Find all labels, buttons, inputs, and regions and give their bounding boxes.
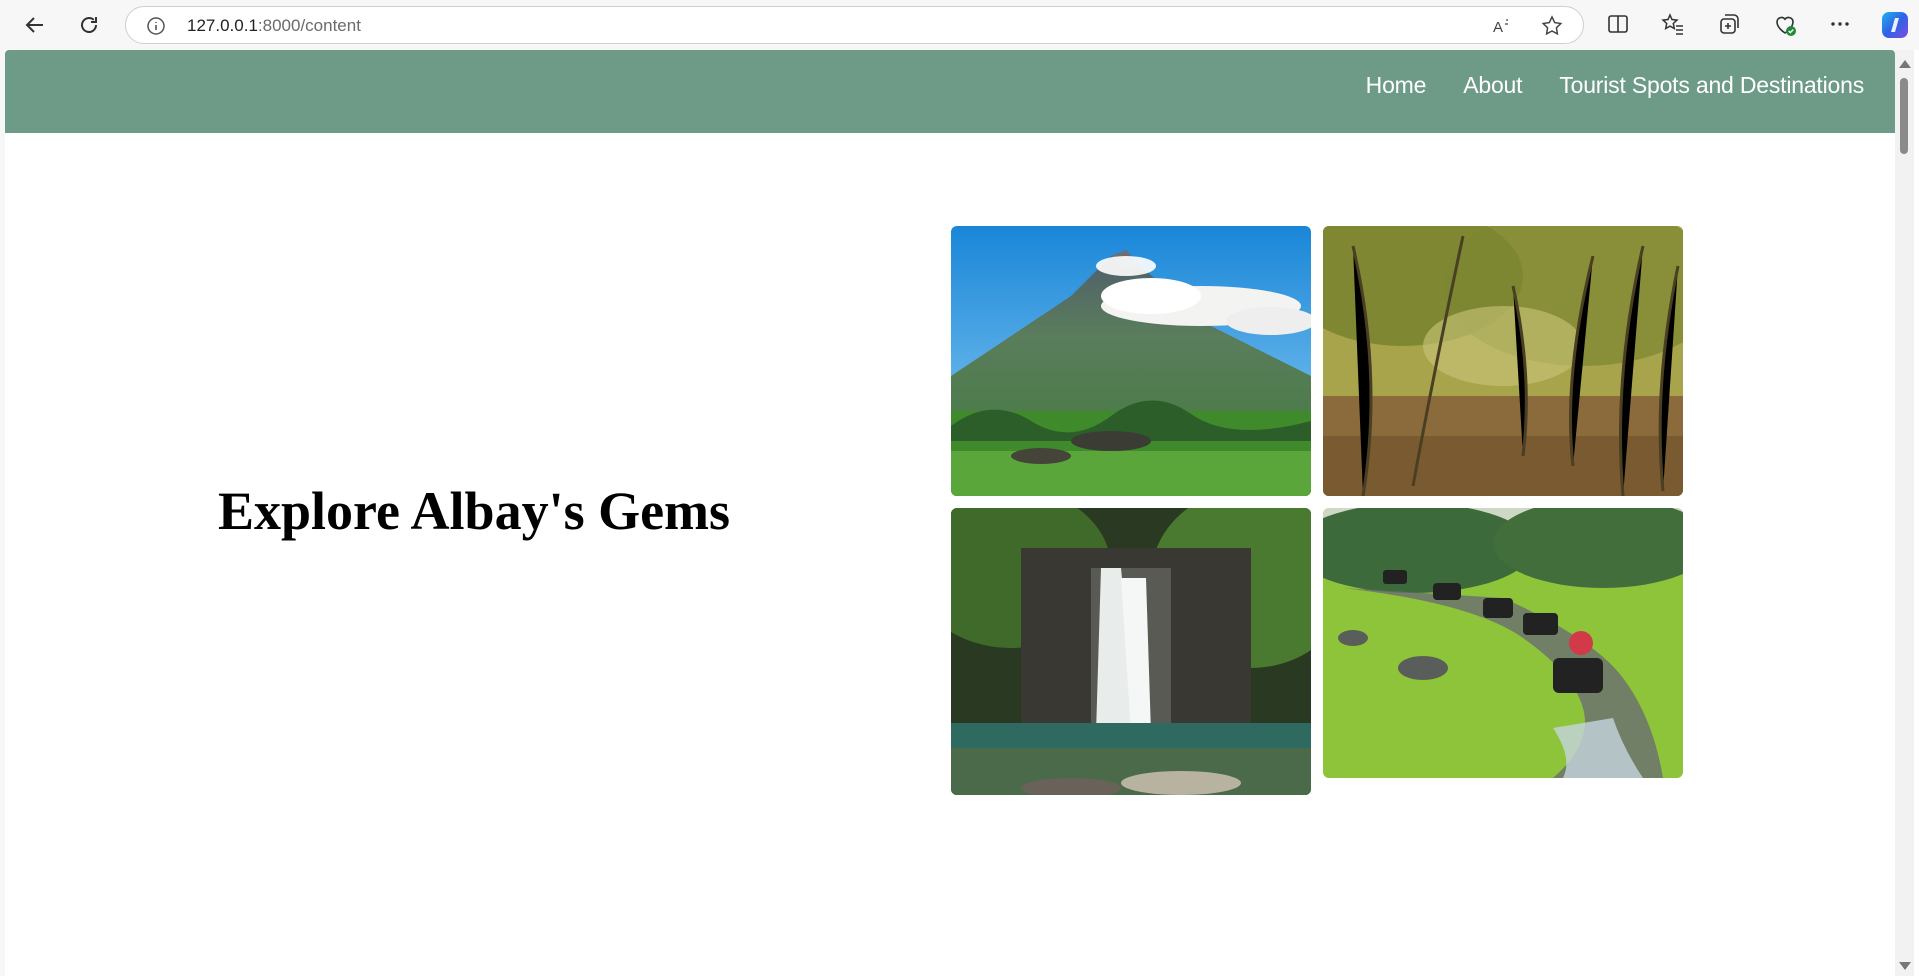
waterfall-photo — [951, 508, 1311, 795]
volcano-photo — [951, 226, 1311, 496]
site-navbar: Home About Tourist Spots and Destination… — [5, 50, 1895, 133]
refresh-icon[interactable] — [74, 10, 104, 40]
back-icon[interactable] — [20, 10, 50, 40]
vertical-scrollbar[interactable] — [1895, 50, 1914, 976]
hero-title: Explore Albay's Gems — [218, 481, 731, 541]
browser-essentials-icon[interactable] — [1772, 12, 1798, 38]
favorites-icon[interactable] — [1661, 12, 1687, 38]
url-text[interactable]: 127.0.0.1:8000/content — [187, 7, 361, 45]
atv-trail-photo — [1323, 508, 1683, 778]
nav-link-tourist-spots[interactable]: Tourist Spots and Destinations — [1559, 72, 1864, 99]
info-icon[interactable] — [146, 16, 166, 36]
collections-icon[interactable] — [1717, 12, 1743, 38]
scroll-up-icon[interactable] — [1899, 60, 1911, 68]
scroll-down-icon[interactable] — [1899, 962, 1911, 970]
read-aloud-icon[interactable]: A — [1491, 15, 1513, 37]
forest-photo — [1323, 226, 1683, 496]
nav-links: Home About Tourist Spots and Destination… — [1366, 50, 1865, 120]
copilot-icon[interactable] — [1880, 10, 1910, 40]
more-icon[interactable] — [1828, 12, 1854, 38]
nav-link-about[interactable]: About — [1463, 72, 1522, 99]
split-screen-icon[interactable] — [1606, 12, 1632, 38]
address-bar[interactable]: 127.0.0.1:8000/content A — [125, 6, 1584, 44]
nav-link-home[interactable]: Home — [1366, 72, 1427, 99]
scrollbar-thumb[interactable] — [1900, 78, 1908, 154]
favorite-star-icon[interactable] — [1541, 15, 1563, 37]
svg-text:A: A — [1493, 19, 1503, 36]
browser-toolbar: 127.0.0.1:8000/content A — [0, 0, 1919, 50]
page-viewport: Home About Tourist Spots and Destination… — [5, 50, 1919, 976]
